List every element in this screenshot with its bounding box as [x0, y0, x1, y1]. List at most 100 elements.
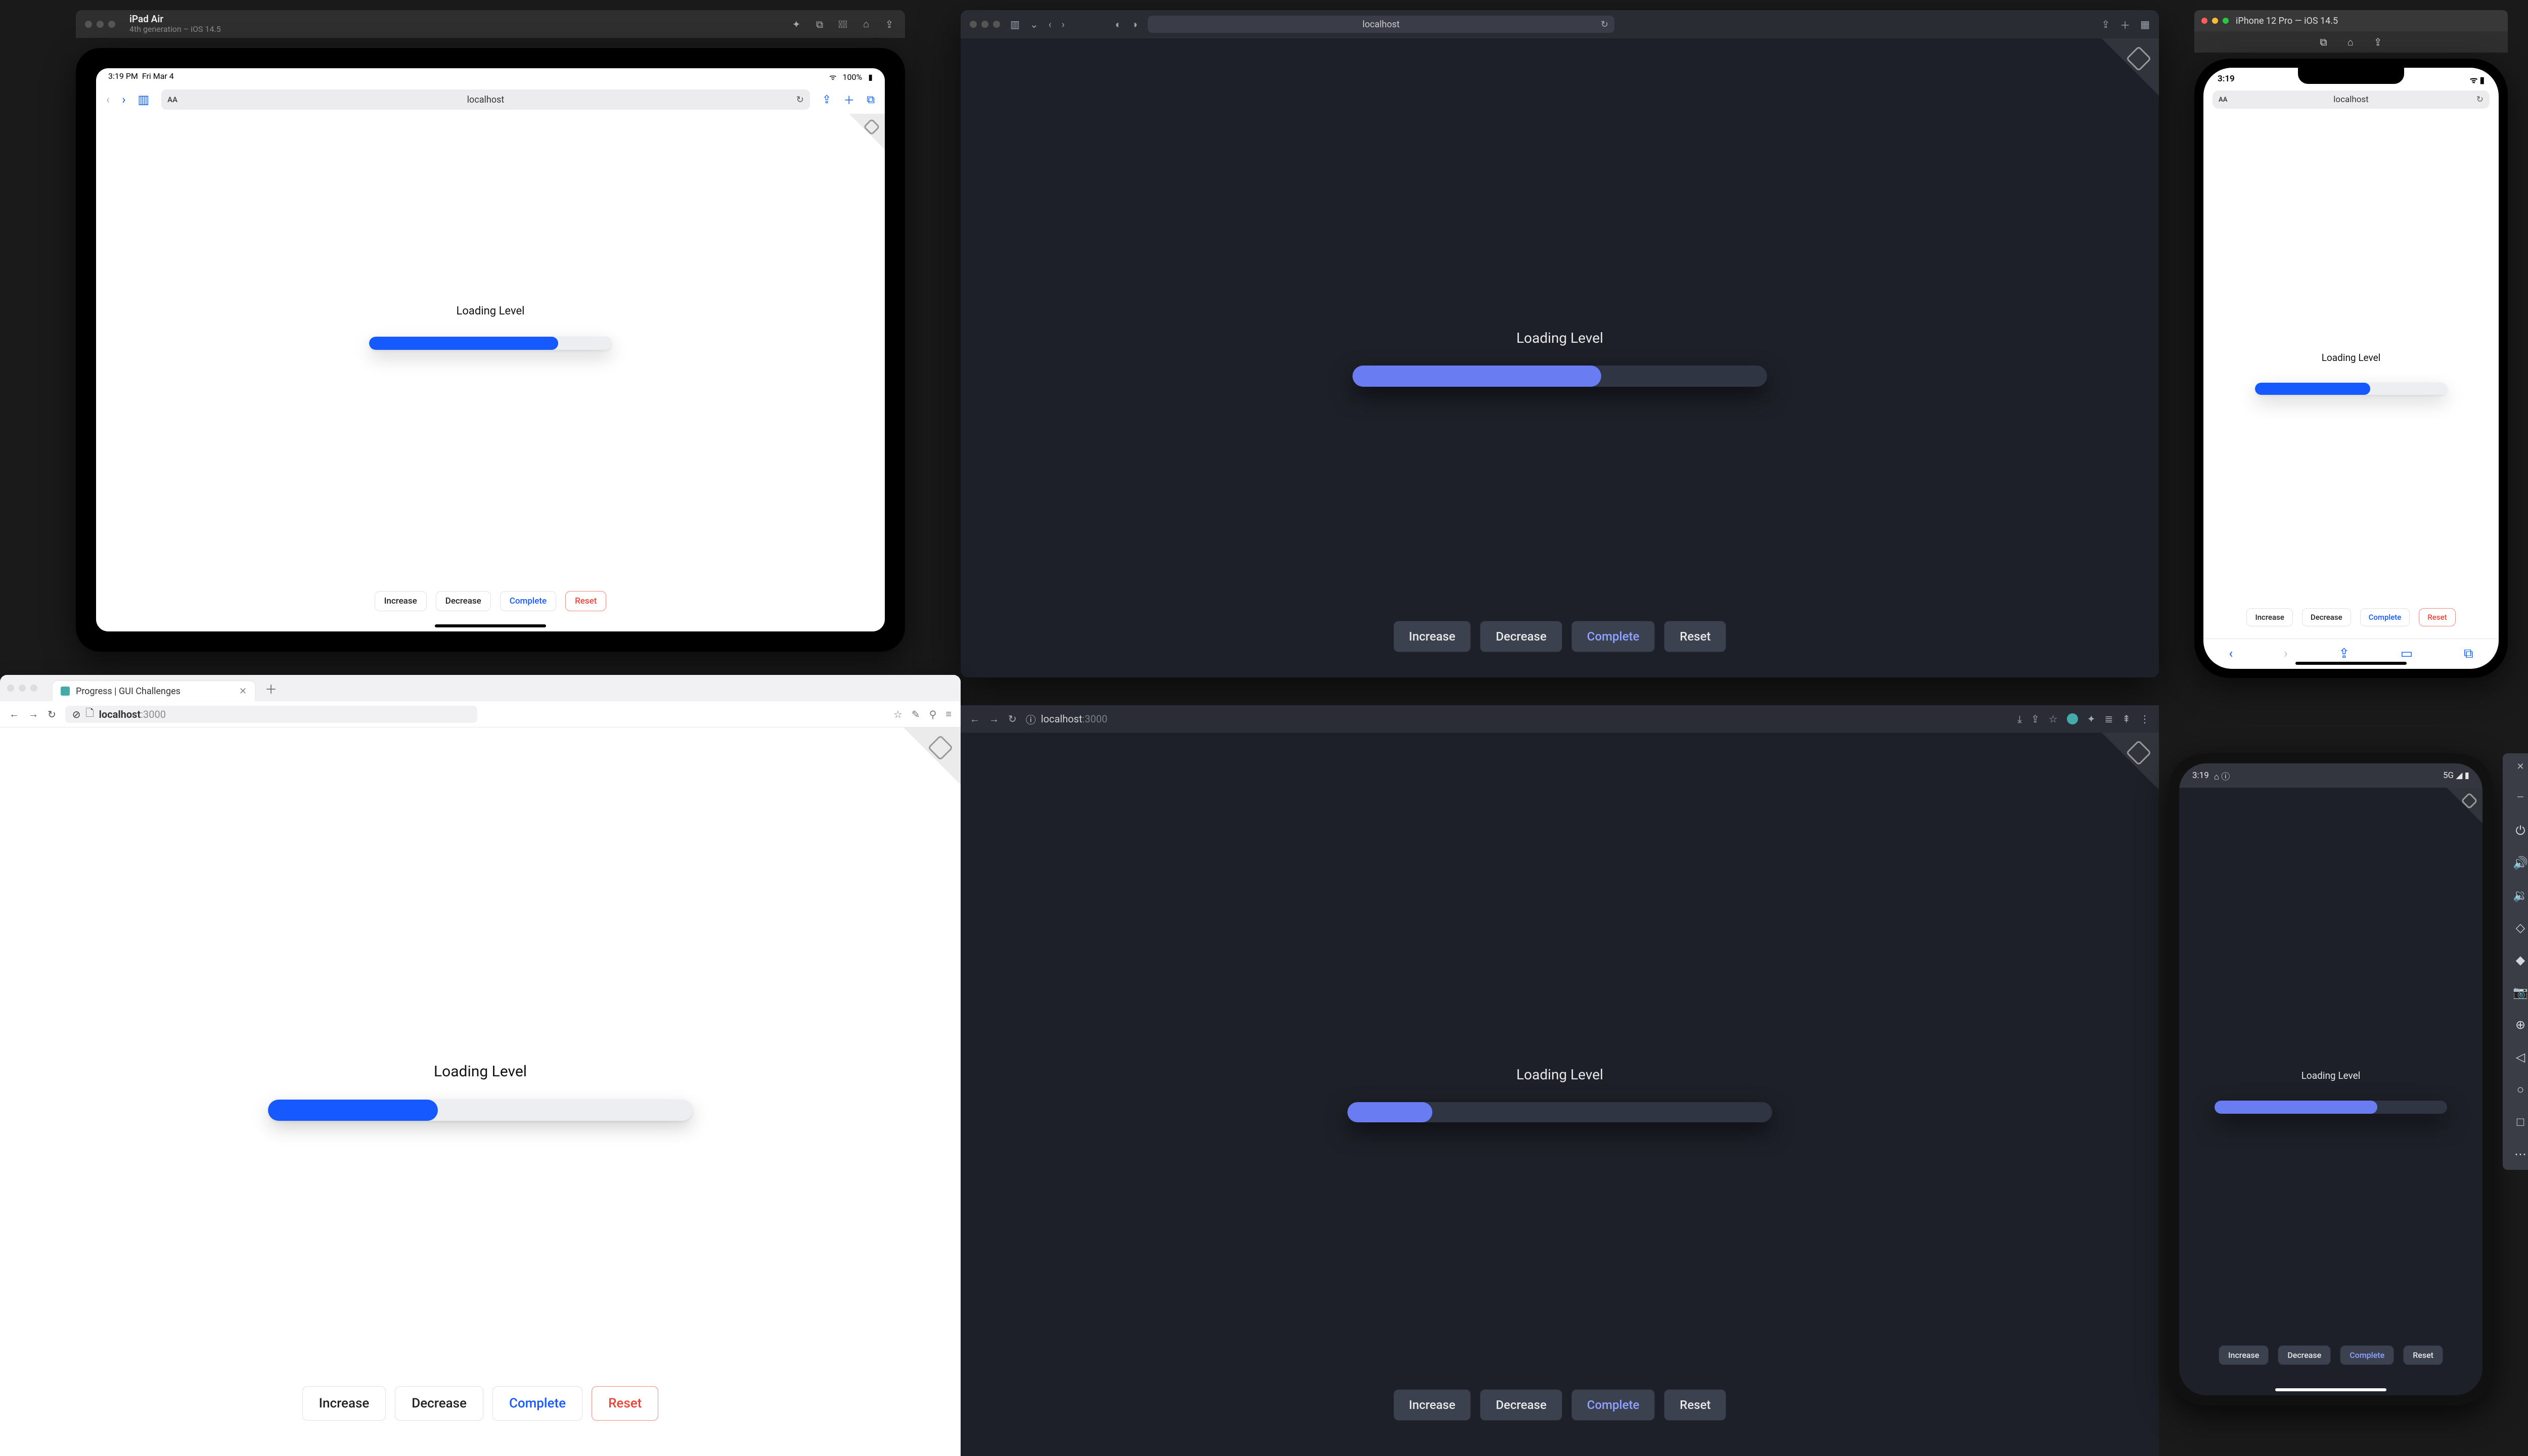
reload-icon[interactable]: ↻: [1601, 19, 1608, 30]
new-tab-icon[interactable]: ＋: [2120, 17, 2130, 32]
extensions-icon[interactable]: ✦: [2087, 713, 2096, 725]
home-icon[interactable]: ⌂: [860, 18, 873, 31]
rotate-left-icon[interactable]: ◇: [2513, 920, 2528, 935]
browser-tab[interactable]: Progress | GUI Challenges ✕: [53, 681, 255, 701]
share-icon[interactable]: ⇪: [2338, 646, 2350, 661]
chevron-down-icon[interactable]: ⌄: [1030, 18, 1039, 30]
install-icon[interactable]: ⤓: [2017, 713, 2022, 725]
menu-icon[interactable]: ≡: [945, 708, 952, 720]
tabs-icon[interactable]: ▦: [2140, 18, 2150, 30]
minimize-icon[interactable]: —: [2517, 792, 2524, 803]
share-icon[interactable]: ⇪: [2101, 18, 2110, 30]
overview-nav-icon[interactable]: □: [2513, 1114, 2528, 1129]
screenshot-icon[interactable]: ⧉: [2320, 36, 2327, 48]
complete-button[interactable]: Complete: [492, 1386, 582, 1421]
decrease-button[interactable]: Decrease: [2278, 1345, 2331, 1365]
firefox-address-field[interactable]: ⊘ 🗋 localhost:3000: [65, 706, 477, 723]
mic-icon[interactable]: ⇞: [2122, 713, 2131, 725]
bookmarks-icon[interactable]: ▭: [2401, 646, 2413, 661]
reset-button[interactable]: Reset: [2419, 608, 2455, 626]
menu-icon[interactable]: ⋮: [2140, 713, 2150, 725]
reset-button[interactable]: Reset: [565, 591, 606, 611]
increase-button[interactable]: Increase: [375, 591, 427, 611]
new-tab-icon[interactable]: ＋: [260, 679, 282, 697]
home-indicator[interactable]: [2295, 662, 2407, 665]
info-icon[interactable]: ⓘ: [1026, 712, 1036, 726]
appearance-icon[interactable]: ◑: [1132, 18, 1138, 31]
zoom-icon[interactable]: ⊕: [2513, 1017, 2528, 1032]
back-icon[interactable]: ‹: [1049, 18, 1052, 30]
reset-button[interactable]: Reset: [1664, 621, 1726, 652]
close-icon[interactable]: ✕: [2516, 761, 2524, 772]
back-icon[interactable]: ‹: [106, 93, 110, 107]
chrome-address-field[interactable]: ⓘ localhost:3000: [1026, 712, 2008, 726]
sidebar-icon[interactable]: ▥: [1010, 18, 1020, 30]
home-icon[interactable]: ⌂: [2348, 36, 2354, 49]
decrease-button[interactable]: Decrease: [1480, 621, 1562, 652]
share-icon[interactable]: ⇪: [2374, 36, 2382, 48]
back-nav-icon[interactable]: ◁: [2513, 1050, 2528, 1065]
star-icon[interactable]: ☆: [2049, 713, 2058, 725]
reset-button[interactable]: Reset: [2403, 1345, 2443, 1365]
home-nav-icon[interactable]: ○: [2513, 1082, 2528, 1097]
wand-icon[interactable]: ✦: [790, 18, 803, 31]
back-icon[interactable]: ←: [970, 713, 980, 725]
tabs-icon[interactable]: ⧉: [867, 94, 875, 106]
sidebar-icon[interactable]: ▥: [138, 93, 149, 107]
visbug-corner-icon[interactable]: [2432, 788, 2482, 838]
eyedropper-icon[interactable]: ✎: [912, 708, 920, 720]
new-tab-icon[interactable]: ＋: [843, 92, 854, 108]
complete-button[interactable]: Complete: [1571, 621, 1655, 652]
decrease-button[interactable]: Decrease: [1480, 1389, 1562, 1421]
increase-button[interactable]: Increase: [2246, 608, 2292, 626]
volume-down-icon[interactable]: 🔉: [2513, 888, 2528, 903]
screenshot-icon[interactable]: ⧉: [813, 18, 826, 31]
complete-button[interactable]: Complete: [2360, 608, 2410, 626]
share-icon[interactable]: ⇪: [822, 94, 831, 106]
decrease-button[interactable]: Decrease: [2302, 608, 2351, 626]
lock-icon[interactable]: 🗋: [86, 706, 94, 723]
increase-button[interactable]: Increase: [1393, 1389, 1471, 1421]
extension-icon[interactable]: ⚲: [929, 708, 937, 720]
share-icon[interactable]: ⇪: [883, 18, 896, 31]
reload-icon[interactable]: ↻: [796, 95, 804, 105]
share-icon[interactable]: ⇪: [2031, 713, 2040, 725]
increase-button[interactable]: Increase: [2219, 1345, 2269, 1365]
traffic-lights[interactable]: [970, 21, 1000, 28]
complete-button[interactable]: Complete: [1571, 1389, 1655, 1421]
forward-icon[interactable]: →: [989, 713, 999, 725]
tabs-icon[interactable]: ⧉: [2464, 646, 2473, 662]
power-icon[interactable]: ⏻: [2513, 823, 2528, 838]
shield-icon[interactable]: ◐: [1115, 18, 1121, 31]
safari-address-bar[interactable]: localhost ↻: [1148, 16, 1614, 33]
back-icon[interactable]: ‹: [2229, 646, 2233, 661]
increase-button[interactable]: Increase: [302, 1386, 386, 1421]
more-icon[interactable]: ⋯: [2513, 1147, 2528, 1162]
star-icon[interactable]: ☆: [893, 708, 902, 720]
traffic-lights[interactable]: [85, 21, 115, 28]
reload-icon[interactable]: ↻: [48, 708, 56, 720]
ipad-address-bar[interactable]: AA localhost ↻: [161, 89, 810, 110]
forward-icon[interactable]: ›: [2284, 646, 2288, 661]
rotate-right-icon[interactable]: ◆: [2513, 952, 2528, 968]
traffic-lights[interactable]: [7, 685, 37, 692]
home-indicator[interactable]: [435, 624, 546, 627]
reload-icon[interactable]: ↻: [1008, 713, 1017, 725]
home-indicator[interactable]: [2275, 1388, 2386, 1391]
visbug-corner-icon[interactable]: [834, 114, 885, 164]
shield-icon[interactable]: ⊘: [72, 708, 81, 720]
reader-aa-icon[interactable]: AA: [2219, 96, 2227, 104]
profile-avatar[interactable]: [2067, 713, 2078, 724]
reload-icon[interactable]: ↻: [2476, 95, 2484, 105]
camera-icon[interactable]: 📷: [2513, 985, 2528, 1000]
forward-icon[interactable]: →: [28, 708, 38, 720]
iphone-address-bar[interactable]: AA localhost ↻: [2213, 90, 2490, 109]
volume-up-icon[interactable]: 🔊: [2513, 855, 2528, 871]
back-icon[interactable]: ←: [9, 708, 19, 720]
reset-button[interactable]: Reset: [592, 1386, 658, 1421]
increase-button[interactable]: Increase: [1393, 621, 1471, 652]
reading-list-icon[interactable]: ≣: [2104, 713, 2113, 725]
decrease-button[interactable]: Decrease: [395, 1386, 483, 1421]
traffic-lights[interactable]: [2201, 18, 2229, 24]
reader-aa-icon[interactable]: AA: [167, 95, 177, 104]
